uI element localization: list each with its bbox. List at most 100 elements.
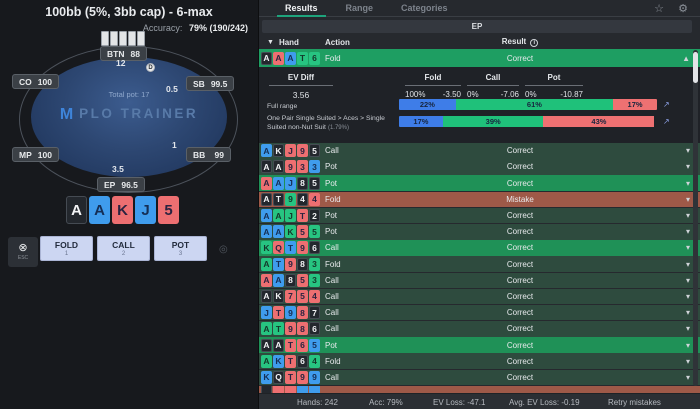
card-back	[137, 31, 145, 46]
card-9: 9	[285, 306, 296, 320]
fold-ev: -3.50	[442, 90, 461, 99]
ev-diff-label: EV Diff	[269, 73, 333, 86]
range-combo-pct: (1.79%)	[327, 125, 349, 132]
card-9: 9	[285, 322, 296, 336]
card-T: T	[297, 51, 308, 65]
villain-card-backs	[101, 31, 145, 46]
result-row[interactable]: A A J 8 5 Pot Correct ▾	[259, 175, 700, 191]
card-K: K	[261, 370, 272, 384]
card-9: 9	[297, 144, 308, 158]
card-partial	[285, 385, 296, 393]
action-label: FOLD	[54, 240, 79, 250]
card-T: T	[273, 322, 284, 336]
tab-range[interactable]: Range	[346, 0, 374, 17]
eye-icon[interactable]: ◎	[219, 244, 228, 255]
card-K: K	[285, 225, 296, 239]
range-segment-green: 39%	[442, 116, 544, 127]
range-frequency-bar: 17% 39% 43%	[399, 116, 657, 127]
column-hand: Hand	[278, 37, 299, 47]
action-hotkey: 3	[178, 251, 183, 257]
result-row[interactable]: J T 9 8 7 Call Correct ▾	[259, 304, 700, 321]
result-row[interactable]: A A 8 5 3 Call Correct ▾	[259, 272, 700, 289]
result-row[interactable]: A A K 5 5 Pot Correct ▾	[259, 223, 700, 240]
result-row[interactable]: A T 9 4 4 Fold Mistake ▾	[259, 191, 700, 208]
row-action: Call	[325, 291, 339, 301]
call-button[interactable]: CALL 2	[97, 236, 150, 261]
result-row[interactable]: A K 7 5 4 Call Correct ▾	[259, 288, 700, 305]
card-5: 5	[309, 225, 320, 239]
range-segment-red: 43%	[543, 116, 655, 127]
row-action: Call	[325, 146, 339, 156]
tab-results[interactable]: Results	[277, 0, 325, 17]
tab-bar: Results Range Categories	[259, 0, 700, 17]
seat-position-label: EP	[104, 179, 116, 190]
card-T: T	[297, 209, 308, 223]
result-row[interactable]: A K T 6 4 Fold Correct ▾	[259, 353, 700, 370]
bet-EP: 3.5	[112, 164, 124, 174]
card-8: 8	[297, 176, 308, 190]
seat-stack-value: 100	[37, 76, 52, 87]
row-hand: KQT99	[259, 370, 325, 384]
row-hand: AT983	[259, 257, 325, 271]
info-icon[interactable]: i	[530, 39, 539, 47]
close-icon: ⊗	[18, 242, 28, 254]
column-result: Result i	[435, 37, 605, 47]
card-5: 5	[158, 196, 179, 224]
row-result: Correct	[506, 308, 534, 318]
card-partial	[273, 385, 284, 393]
result-row[interactable]: A A J T 2 Pot Correct ▾	[259, 207, 700, 224]
result-row[interactable]: A A 9 3 3 Pot Correct ▾	[259, 159, 700, 175]
sort-descending-icon[interactable]: ▼	[267, 39, 274, 46]
external-link-icon[interactable]: ↗	[663, 117, 672, 126]
card-A: A	[261, 209, 272, 223]
row-hand: AKT64	[259, 354, 325, 368]
expanded-result-row[interactable]: AAAT6 Fold Correct ▲	[259, 49, 700, 67]
card-9: 9	[285, 160, 296, 174]
card-3: 3	[297, 160, 308, 174]
result-row[interactable]: K Q T 9 6 Call Correct ▾	[259, 240, 700, 256]
result-row-partial[interactable]	[259, 385, 700, 393]
row-action: Call	[325, 275, 339, 285]
result-row[interactable]: K Q T 9 9 Call Correct ▾	[259, 369, 700, 386]
card-back	[119, 31, 127, 46]
scrollbar-thumb[interactable]	[693, 52, 698, 83]
column-action: Action	[325, 37, 350, 47]
seat-MP: MP 100	[12, 147, 59, 162]
row-hand: AK754	[259, 289, 325, 303]
seat-position-label: BTN	[107, 48, 125, 59]
result-row[interactable]: A A T 6 5 Pot Correct ▾	[259, 337, 700, 353]
action-hotkey: 2	[121, 251, 126, 257]
external-link-icon[interactable]: ↗	[663, 100, 672, 109]
tab-categories[interactable]: Categories	[401, 0, 448, 17]
result-row[interactable]: A T 9 8 6 Call Correct ▾	[259, 321, 700, 337]
fold-button[interactable]: FOLD 1	[40, 236, 93, 261]
card-7: 7	[285, 289, 296, 303]
row-hand: AT944	[259, 192, 325, 206]
seat-position-label: MP	[19, 149, 32, 160]
card-A: A	[273, 51, 284, 65]
result-row[interactable]: A K J 9 5 Call Correct ▾	[259, 143, 700, 159]
seat-stack-value: 99.5	[210, 78, 228, 89]
row-result: Correct	[506, 259, 534, 269]
poker-table-panel: 100bb (5%, 3bb cap) - 6-max Accuracy: 79…	[0, 0, 258, 409]
card-T: T	[285, 354, 296, 368]
bet-SB: 0.5	[166, 84, 178, 94]
retry-mistakes-button[interactable]: Retry mistakes	[608, 398, 661, 407]
row-action: Fold	[325, 194, 341, 204]
range-name: Full range	[267, 103, 298, 110]
card-A: A	[273, 225, 284, 239]
seat-stack-value: 88	[130, 48, 140, 59]
row-result: Correct	[506, 178, 534, 188]
card-A: A	[261, 289, 272, 303]
row-action: Fold	[325, 259, 341, 269]
seat-position-label: SB	[193, 78, 205, 89]
esc-button[interactable]: ⊗ ESC	[8, 237, 38, 267]
pot-button[interactable]: POT 3	[154, 236, 207, 261]
card-8: 8	[297, 257, 308, 271]
row-result: Correct	[506, 227, 534, 237]
star-icon[interactable]: ☆	[654, 2, 664, 15]
range-segment-green: 61%	[455, 99, 614, 110]
gear-icon[interactable]: ⚙	[678, 2, 688, 15]
result-row[interactable]: A T 9 8 3 Fold Correct ▾	[259, 256, 700, 272]
card-4: 4	[309, 192, 320, 206]
